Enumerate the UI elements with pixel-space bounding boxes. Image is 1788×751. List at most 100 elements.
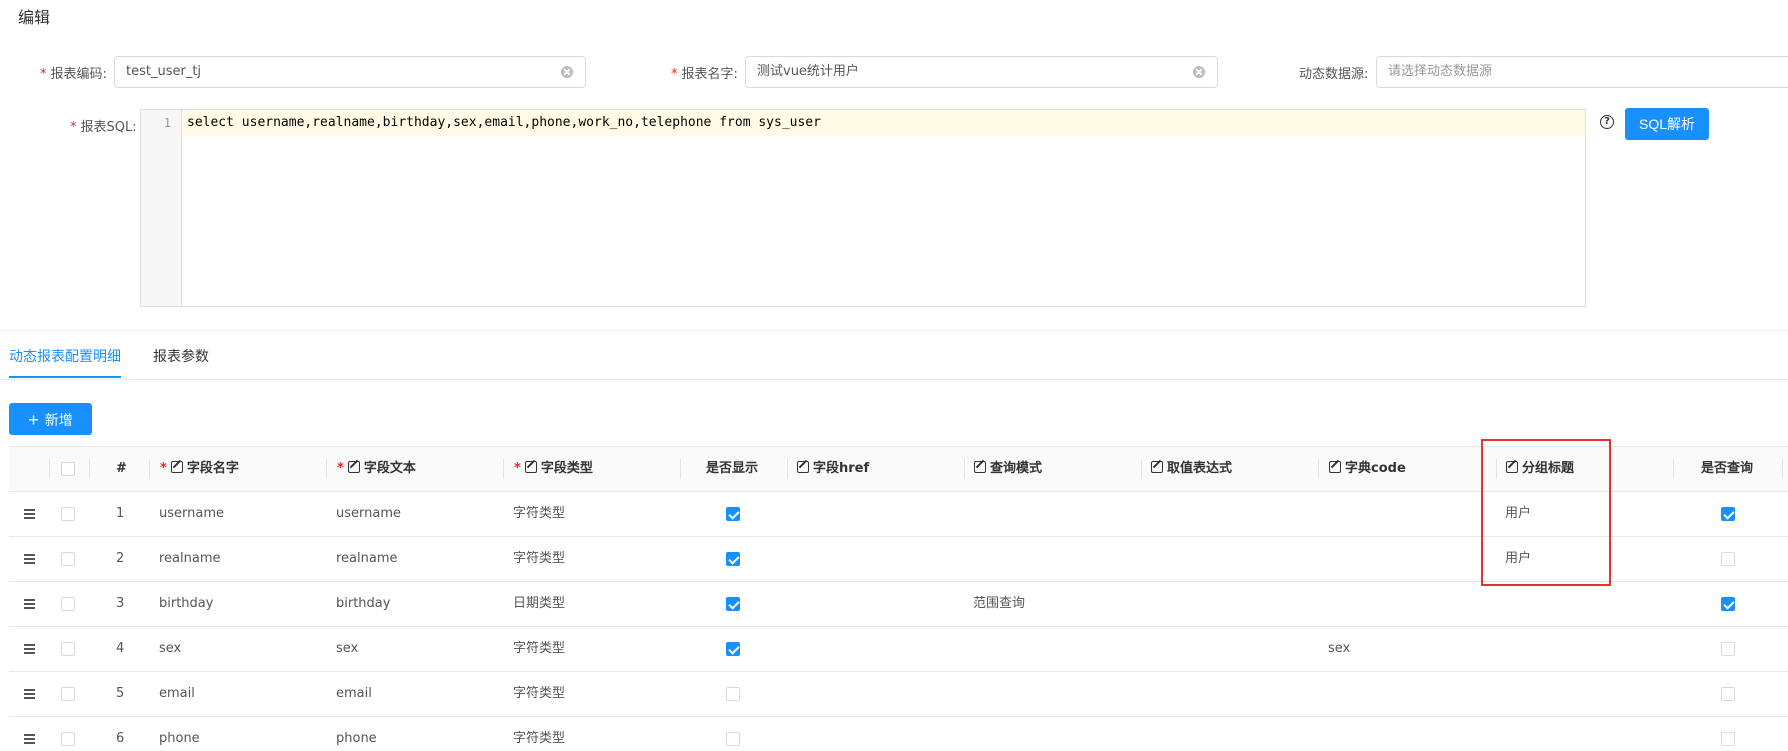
column-divider [89,459,90,479]
active-tab-indicator [9,376,121,378]
column-divider [1318,459,1319,479]
sql-editor[interactable]: 1 select username,realname,birthday,sex,… [140,109,1586,307]
clear-icon[interactable] [561,66,573,78]
is-query-checkbox[interactable] [1721,507,1735,521]
is-show-checkbox[interactable] [726,507,740,521]
active-code-line: select username,realname,birthday,sex,em… [182,110,1585,136]
field-text-cell[interactable]: realname [336,537,398,581]
field-type-cell[interactable]: 字符类型 [513,717,565,751]
header-field-href: 字段href [797,447,869,491]
add-button[interactable]: + 新增 [9,403,92,435]
sql-code[interactable]: select username,realname,birthday,sex,em… [187,115,821,130]
field-type-cell[interactable]: 字符类型 [513,537,565,581]
column-divider [680,459,681,479]
is-show-checkbox[interactable] [726,642,740,656]
table-row[interactable]: 6 phone phone 字符类型 [9,717,1788,751]
drag-handle-icon[interactable] [24,734,35,744]
is-show-checkbox[interactable] [726,552,740,566]
edit-icon [170,461,183,473]
datasource-select[interactable]: 请选择动态数据源 [1376,56,1788,88]
sql-label: * 报表SQL: [70,120,137,135]
report-code-input[interactable]: test_user_tj [114,56,586,88]
field-type-cell[interactable]: 字符类型 [513,627,565,671]
field-name-cell[interactable]: realname [159,537,221,581]
field-type-cell[interactable]: 日期类型 [513,582,565,626]
is-query-checkbox[interactable] [1721,597,1735,611]
tabs-bar: 动态报表配置明细 报表参数 [0,330,1788,380]
field-name-cell[interactable]: sex [159,627,181,671]
header-field-text: * 字段文本 [337,461,416,476]
drag-handle-icon[interactable] [24,509,35,519]
field-type-cell[interactable]: 字符类型 [513,492,565,536]
drag-handle-icon[interactable] [24,644,35,654]
row-select-checkbox[interactable] [61,687,75,701]
edit-icon [524,461,537,473]
query-mode-cell[interactable]: 范围查询 [973,582,1025,626]
field-name-cell[interactable]: username [159,492,224,536]
edit-icon [347,461,360,473]
sql-parse-button[interactable]: SQL解析 [1625,108,1709,140]
tab-report-config[interactable]: 动态报表配置明细 [9,346,121,366]
header-query-mode: 查询模式 [974,447,1042,491]
datasource-label: 动态数据源: [1299,67,1369,82]
field-text-cell[interactable]: phone [336,717,377,751]
is-query-checkbox[interactable] [1721,642,1735,656]
field-name-cell[interactable]: phone [159,717,200,751]
is-show-checkbox[interactable] [726,732,740,746]
datasource-placeholder: 请选择动态数据源 [1388,64,1493,79]
row-index: 3 [116,596,125,611]
column-divider [503,459,504,479]
editor-gutter: 1 [141,110,182,306]
dict-code-cell[interactable]: sex [1328,627,1350,671]
table-row[interactable]: 5 email email 字符类型 [9,672,1788,717]
plus-icon: + [28,409,39,430]
report-name-input[interactable]: 测试vue统计用户 [745,56,1218,88]
field-name-cell[interactable]: email [159,672,195,716]
report-code-value: test_user_tj [126,64,202,79]
field-text-cell[interactable]: sex [336,627,358,671]
column-divider [149,459,150,479]
is-query-checkbox[interactable] [1721,732,1735,746]
edit-icon [1329,461,1341,473]
header-is-query: 是否查询 [1701,461,1754,476]
row-select-checkbox[interactable] [61,597,75,611]
column-divider [787,459,788,479]
column-divider [1673,459,1674,479]
row-select-checkbox[interactable] [61,507,75,521]
field-text-cell[interactable]: username [336,492,401,536]
header-field-name: * 字段名字 [160,461,239,476]
is-show-checkbox[interactable] [726,597,740,611]
add-button-label: 新增 [44,411,73,428]
column-divider [1141,459,1142,479]
table-row[interactable]: 4 sex sex 字符类型 sex [9,627,1788,672]
drag-handle-icon[interactable] [24,599,35,609]
row-select-checkbox[interactable] [61,642,75,656]
header-is-show: 是否显示 [706,461,759,476]
edit-icon [797,461,809,473]
report-code-label: * 报表编码: [40,67,107,82]
edit-icon [1151,461,1163,473]
field-text-cell[interactable]: birthday [336,582,390,626]
field-text-cell[interactable]: email [336,672,372,716]
help-icon[interactable]: ? [1600,115,1614,129]
field-name-cell[interactable]: birthday [159,582,213,626]
tab-report-params[interactable]: 报表参数 [153,346,209,366]
row-select-checkbox[interactable] [61,732,75,746]
select-all-checkbox[interactable] [61,462,75,476]
is-query-checkbox[interactable] [1721,552,1735,566]
column-divider [49,459,50,479]
is-query-checkbox[interactable] [1721,687,1735,701]
field-type-cell[interactable]: 字符类型 [513,672,565,716]
clear-icon[interactable] [1193,66,1205,78]
drag-handle-icon[interactable] [24,689,35,699]
row-index: 1 [116,506,125,521]
row-index: 5 [116,686,125,701]
header-index: # [116,461,127,476]
column-divider [964,459,965,479]
table-row[interactable]: 3 birthday birthday 日期类型 范围查询 [9,582,1788,627]
drag-handle-icon[interactable] [24,554,35,564]
page-title: 编辑 [18,8,51,27]
report-name-value: 测试vue统计用户 [757,64,859,79]
is-show-checkbox[interactable] [726,687,740,701]
row-select-checkbox[interactable] [61,552,75,566]
